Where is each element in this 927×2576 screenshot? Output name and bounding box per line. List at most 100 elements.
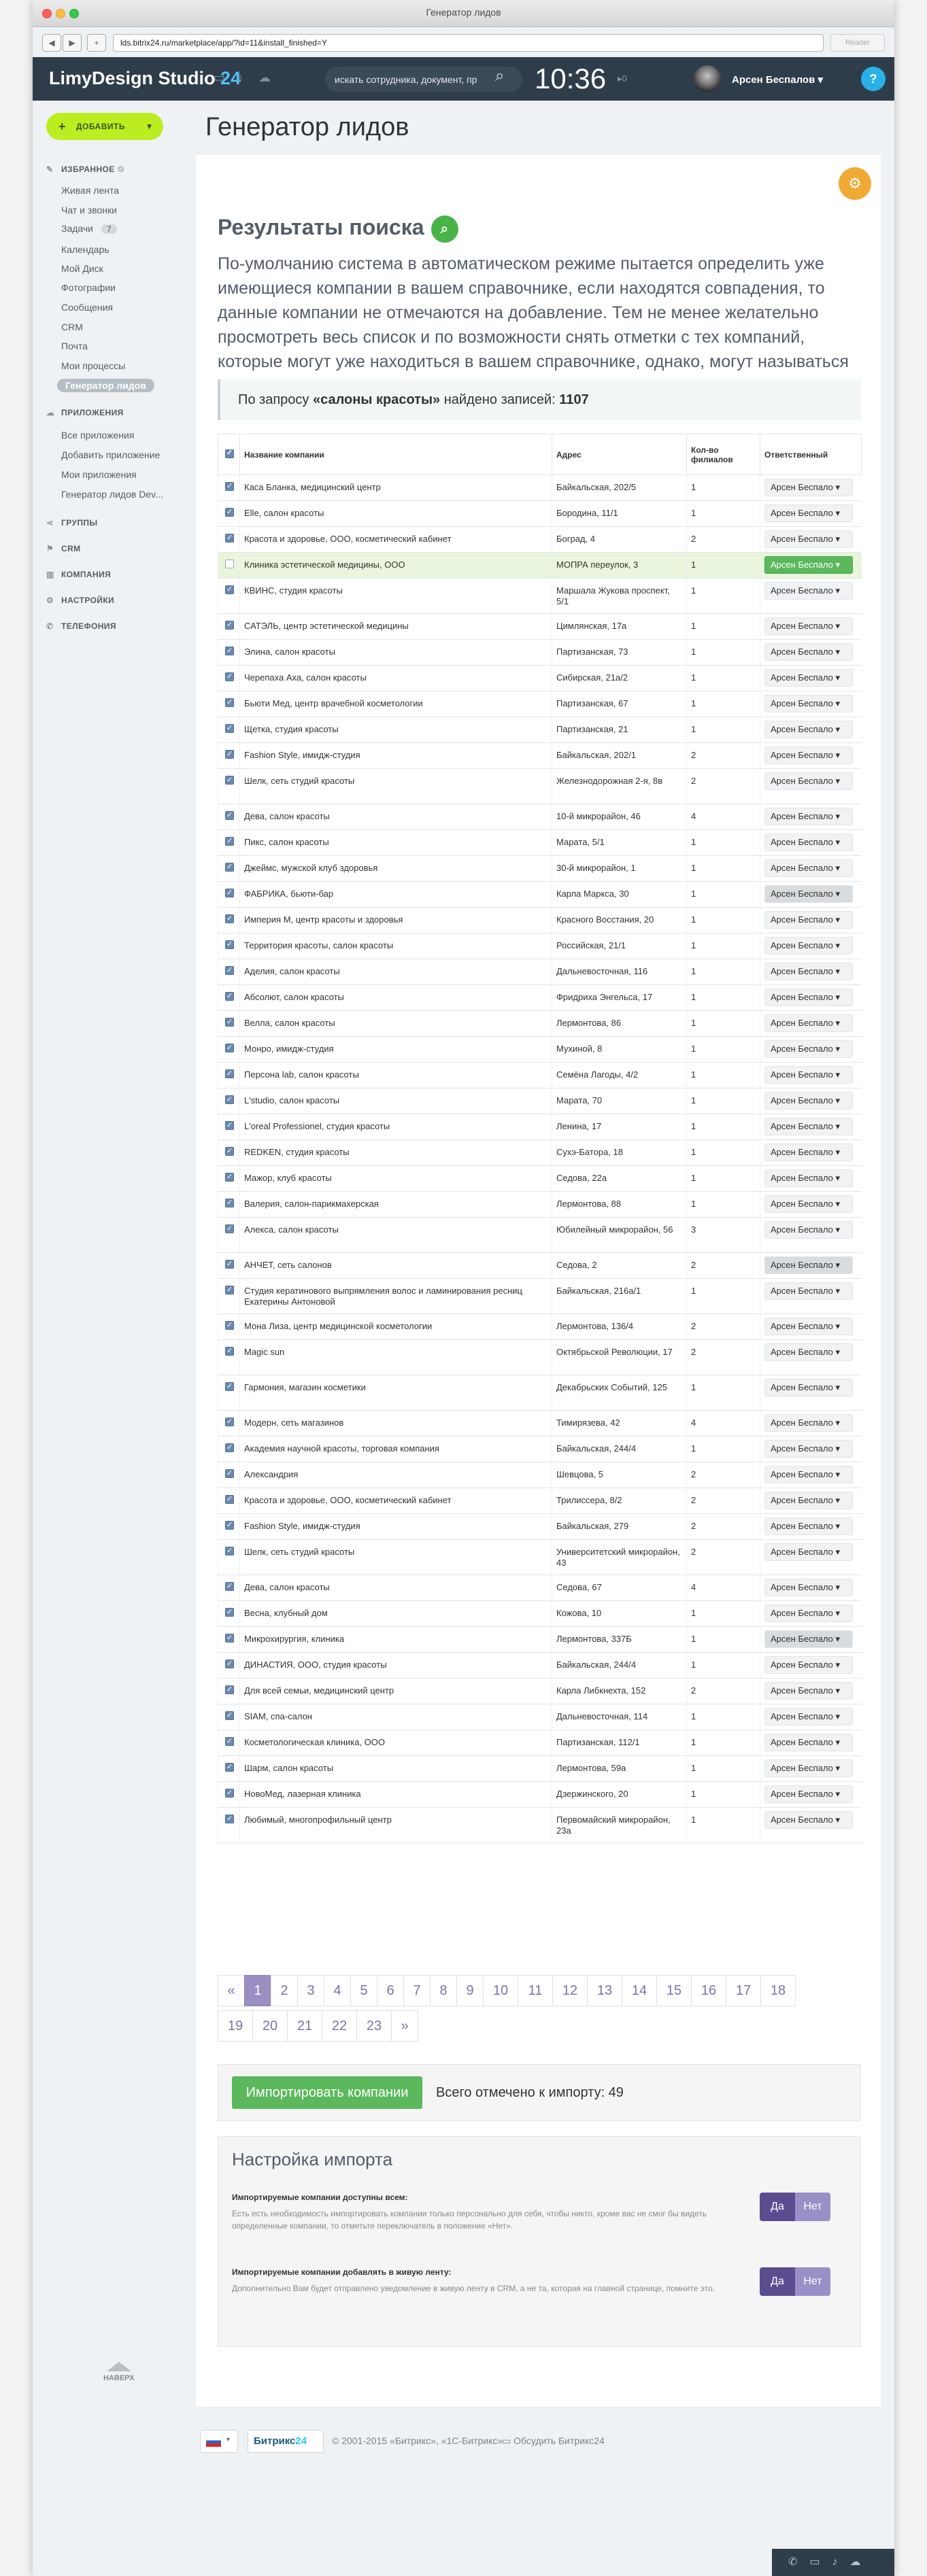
responsible-select[interactable]: Арсен Беспало ▾ bbox=[764, 530, 853, 548]
responsible-select[interactable]: Арсен Беспало ▾ bbox=[764, 1221, 853, 1239]
chat-icon[interactable]: ▭ bbox=[214, 71, 225, 85]
gear-icon[interactable]: ⚙ bbox=[839, 167, 871, 200]
row-checkbox[interactable] bbox=[225, 506, 234, 517]
row-checkbox[interactable] bbox=[225, 481, 234, 492]
pager-page[interactable]: 10 bbox=[483, 1975, 518, 2006]
pager-page[interactable]: 6 bbox=[377, 1975, 404, 2006]
table-row[interactable]: Каса Бланка, медицинский центрБайкальска… bbox=[218, 475, 862, 501]
row-checkbox[interactable] bbox=[225, 645, 234, 656]
table-row[interactable]: Бьюти Мед, центр врачебной косметологииП… bbox=[218, 691, 862, 717]
table-row[interactable]: Шарм, салон красотыЛермонтова, 59а1Арсен… bbox=[218, 1755, 862, 1782]
add-button[interactable]: + ДОБАВИТЬ ▼ bbox=[46, 113, 163, 140]
pager-page[interactable]: 16 bbox=[691, 1975, 726, 2006]
table-row[interactable]: Модерн, сеть магазиновТимирязева, 424Арс… bbox=[218, 1410, 862, 1437]
row-checkbox[interactable] bbox=[225, 619, 234, 630]
responsible-select[interactable]: Арсен Беспало ▾ bbox=[764, 859, 853, 877]
responsible-select[interactable]: Арсен Беспало ▾ bbox=[764, 1066, 853, 1084]
row-checkbox[interactable] bbox=[225, 1068, 234, 1079]
table-row[interactable]: Fashion Style, имидж-студияБайкальская, … bbox=[218, 742, 862, 769]
responsible-select[interactable]: Арсен Беспало ▾ bbox=[764, 834, 853, 851]
apps-section[interactable]: ☁ ПРИЛОЖЕНИЯ bbox=[46, 408, 124, 417]
alarm-icon[interactable]: ▸0 bbox=[618, 73, 627, 84]
pager-page[interactable]: 8 bbox=[430, 1975, 457, 2006]
row-checkbox[interactable] bbox=[225, 749, 234, 759]
responsible-select[interactable]: Арсен Беспало ▾ bbox=[764, 1092, 853, 1110]
favorites-section[interactable]: ✎ ИЗБРАННОЕ ⚙ bbox=[46, 165, 125, 174]
sidebar-item-tasks[interactable]: Задачи 7 bbox=[61, 223, 117, 234]
table-row[interactable]: Красота и здоровье, ООО, косметический к… bbox=[218, 526, 862, 553]
responsible-select[interactable]: Арсен Беспало ▾ bbox=[764, 1759, 853, 1777]
feed-toggle[interactable]: Да Нет bbox=[760, 2267, 830, 2296]
responsible-select[interactable]: Арсен Беспало ▾ bbox=[764, 1256, 853, 1274]
sidebar-item-processes[interactable]: Мои процессы bbox=[61, 360, 125, 371]
table-row[interactable]: АНЧЕТ, сеть салоновСедова, 22Арсен Беспа… bbox=[218, 1252, 862, 1279]
pager-page[interactable]: 20 bbox=[252, 2010, 288, 2042]
table-row[interactable]: Дева, салон красоты10-й микрорайон, 464А… bbox=[218, 804, 862, 830]
responsible-select[interactable]: Арсен Беспало ▾ bbox=[764, 911, 853, 929]
table-row[interactable]: САТЭЛЬ, центр эстетической медициныЦимля… bbox=[218, 613, 862, 640]
table-row[interactable]: Красота и здоровье, ООО, косметический к… bbox=[218, 1488, 862, 1514]
responsible-select[interactable]: Арсен Беспало ▾ bbox=[764, 1040, 853, 1058]
responsible-select[interactable]: Арсен Беспало ▾ bbox=[764, 937, 853, 955]
table-row[interactable]: Черепаха Аха, салон красотыСибирская, 21… bbox=[218, 665, 862, 691]
pager-page[interactable]: 7 bbox=[403, 1975, 431, 2006]
row-checkbox[interactable] bbox=[225, 836, 234, 846]
row-checkbox[interactable] bbox=[225, 1258, 234, 1269]
pager-page[interactable]: 23 bbox=[356, 2010, 392, 2042]
row-checkbox[interactable] bbox=[225, 1468, 234, 1479]
row-checkbox[interactable] bbox=[225, 1146, 234, 1156]
row-checkbox[interactable] bbox=[225, 939, 234, 950]
responsible-select[interactable]: Арсен Беспало ▾ bbox=[764, 643, 853, 661]
pager-page[interactable]: 1 bbox=[244, 1975, 271, 2006]
telephony-section[interactable]: ✆ ТЕЛЕФОНИЯ bbox=[46, 621, 116, 631]
table-row[interactable]: Гармония, магазин косметикиДекабрьских С… bbox=[218, 1375, 862, 1411]
responsible-select[interactable]: Арсен Беспало ▾ bbox=[764, 669, 853, 687]
responsible-select[interactable]: Арсен Беспало ▾ bbox=[764, 1118, 853, 1135]
table-row[interactable]: Любимый, многопрофильный центрПервомайск… bbox=[218, 1807, 862, 1843]
app-logo[interactable]: LimyDesign Studio 24 bbox=[49, 68, 241, 89]
sidebar-item-messages[interactable]: Сообщения bbox=[61, 302, 113, 313]
responsible-select[interactable]: Арсен Беспало ▾ bbox=[764, 1579, 853, 1596]
row-checkbox[interactable] bbox=[225, 1762, 234, 1772]
table-row[interactable]: Монро, имидж-студияМухиной, 81Арсен Бесп… bbox=[218, 1036, 862, 1063]
table-row[interactable]: L'studio, салон красотыМарата, 701Арсен … bbox=[218, 1088, 862, 1114]
row-checkbox[interactable] bbox=[225, 887, 234, 898]
pager-page[interactable]: 2 bbox=[271, 1975, 298, 2006]
feed-no[interactable]: Нет bbox=[795, 2267, 830, 2296]
row-checkbox[interactable] bbox=[225, 774, 234, 785]
table-row[interactable]: L'oreal Professionel, студия красотыЛени… bbox=[218, 1114, 862, 1140]
sidebar-item-calendar[interactable]: Календарь bbox=[61, 244, 109, 255]
table-row[interactable]: Элина, салон красотыПартизанская, 731Арс… bbox=[218, 639, 862, 666]
table-row[interactable]: Косметологическая клиника, ОООПартизанск… bbox=[218, 1730, 862, 1756]
responsible-select[interactable]: Арсен Беспало ▾ bbox=[764, 1630, 853, 1648]
responsible-select[interactable]: Арсен Беспало ▾ bbox=[764, 1543, 853, 1561]
responsible-select[interactable]: Арсен Беспало ▾ bbox=[764, 1682, 853, 1700]
pager-next[interactable]: » bbox=[391, 2010, 418, 2042]
row-checkbox[interactable] bbox=[225, 1607, 234, 1617]
table-row[interactable]: Студия кератинового выпрямления волос и … bbox=[218, 1278, 862, 1314]
language-selector[interactable]: ▾ bbox=[200, 2430, 238, 2453]
pager-page[interactable]: 22 bbox=[322, 2010, 357, 2042]
row-checkbox[interactable] bbox=[225, 1320, 234, 1330]
chat-icon[interactable]: ▭ bbox=[809, 2556, 832, 2568]
row-checkbox[interactable] bbox=[225, 1787, 234, 1798]
pager-page[interactable]: 19 bbox=[218, 2010, 253, 2042]
public-toggle[interactable]: Да Нет bbox=[760, 2193, 830, 2221]
row-checkbox[interactable] bbox=[225, 1813, 234, 1824]
row-checkbox[interactable] bbox=[225, 697, 234, 708]
responsible-select[interactable]: Арсен Беспало ▾ bbox=[764, 1195, 853, 1213]
table-row[interactable]: Джеймс, мужской клуб здоровья30-й микрор… bbox=[218, 855, 862, 882]
row-checkbox[interactable] bbox=[225, 584, 234, 595]
responsible-select[interactable]: Арсен Беспало ▾ bbox=[764, 963, 853, 980]
row-checkbox[interactable] bbox=[225, 532, 234, 543]
url-field[interactable]: lds.bitrix24.ru/marketplace/app/?id=11&i… bbox=[113, 34, 824, 52]
responsible-select[interactable]: Арсен Беспало ▾ bbox=[764, 1318, 853, 1335]
pager-page[interactable]: 3 bbox=[297, 1975, 324, 2006]
table-row[interactable]: Алекса, салон красотыЮбилейный микрорайо… bbox=[218, 1217, 862, 1253]
table-row[interactable]: Пикс, салон красотыМарата, 5/11Арсен Бес… bbox=[218, 829, 862, 856]
sidebar-item-lead-generator[interactable]: Генератор лидов bbox=[57, 379, 154, 392]
row-checkbox[interactable] bbox=[225, 861, 234, 872]
pager-page[interactable]: 17 bbox=[726, 1975, 761, 2006]
user-name[interactable]: Арсен Беспалов ▾ bbox=[732, 73, 823, 86]
pager-page[interactable]: 18 bbox=[760, 1975, 796, 2006]
